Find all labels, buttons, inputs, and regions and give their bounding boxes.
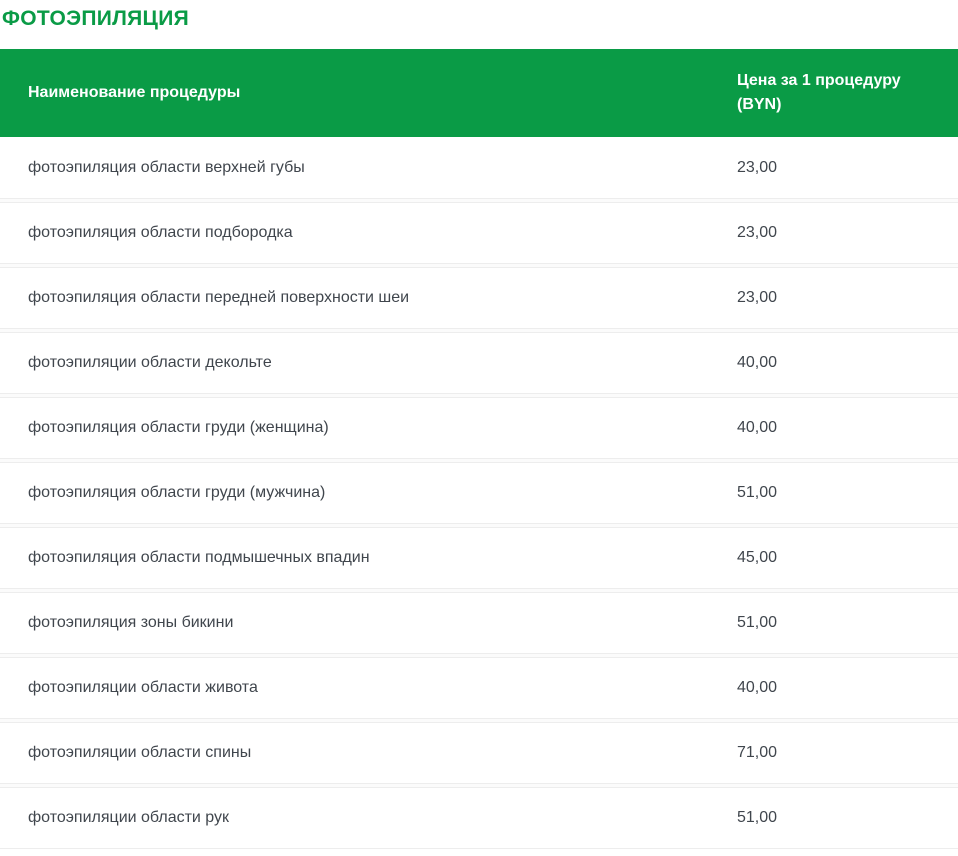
price-cell: 23,00 [737,159,958,177]
page-title: ФОТОЭПИЛЯЦИЯ [2,8,958,29]
price-cell: 51,00 [737,484,958,502]
procedure-name-cell: фотоэпиляция области груди (женщина) [0,419,737,437]
procedure-name-cell: фотоэпиляция области подбородка [0,224,737,242]
table-header: Наименование процедуры Цена за 1 процеду… [0,49,958,137]
procedure-name-cell: фотоэпиляция области груди (мужчина) [0,484,737,502]
procedure-name-cell: фотоэпиляция зоны бикини [0,614,737,632]
price-cell: 23,00 [737,224,958,242]
price-cell: 40,00 [737,419,958,437]
price-cell: 51,00 [737,809,958,827]
header-cell-procedure-name: Наименование процедуры [0,84,737,102]
header-cell-price: Цена за 1 процедуру (BYN) [737,69,937,117]
table-row: фотоэпиляции области рук 51,00 [0,787,958,849]
procedure-name-cell: фотоэпиляции области спины [0,744,737,762]
table-row: фотоэпиляция области верхней губы 23,00 [0,137,958,199]
table-row: фотоэпиляции области спины 71,00 [0,722,958,784]
price-cell: 45,00 [737,549,958,567]
page: ФОТОЭПИЛЯЦИЯ Наименование процедуры Цена… [0,0,958,856]
procedure-name-cell: фотоэпиляции области декольте [0,354,737,372]
table-row: фотоэпиляция зоны бикини 51,00 [0,592,958,654]
table-body: фотоэпиляция области верхней губы 23,00 … [0,137,958,849]
price-cell: 23,00 [737,289,958,307]
table-row: фотоэпиляция области подмышечных впадин … [0,527,958,589]
price-cell: 51,00 [737,614,958,632]
price-cell: 40,00 [737,354,958,372]
procedure-name-cell: фотоэпиляция области передней поверхност… [0,289,737,307]
procedure-name-cell: фотоэпиляции области рук [0,809,737,827]
table-row: фотоэпиляции области декольте 40,00 [0,332,958,394]
table-row: фотоэпиляция области передней поверхност… [0,267,958,329]
procedure-name-cell: фотоэпиляции области живота [0,679,737,697]
price-table: Наименование процедуры Цена за 1 процеду… [0,49,958,849]
procedure-name-cell: фотоэпиляция области верхней губы [0,159,737,177]
price-cell: 71,00 [737,744,958,762]
procedure-name-cell: фотоэпиляция области подмышечных впадин [0,549,737,567]
table-row: фотоэпиляция области груди (женщина) 40,… [0,397,958,459]
table-row: фотоэпиляция области подбородка 23,00 [0,202,958,264]
table-row: фотоэпиляция области груди (мужчина) 51,… [0,462,958,524]
price-cell: 40,00 [737,679,958,697]
table-row: фотоэпиляции области живота 40,00 [0,657,958,719]
